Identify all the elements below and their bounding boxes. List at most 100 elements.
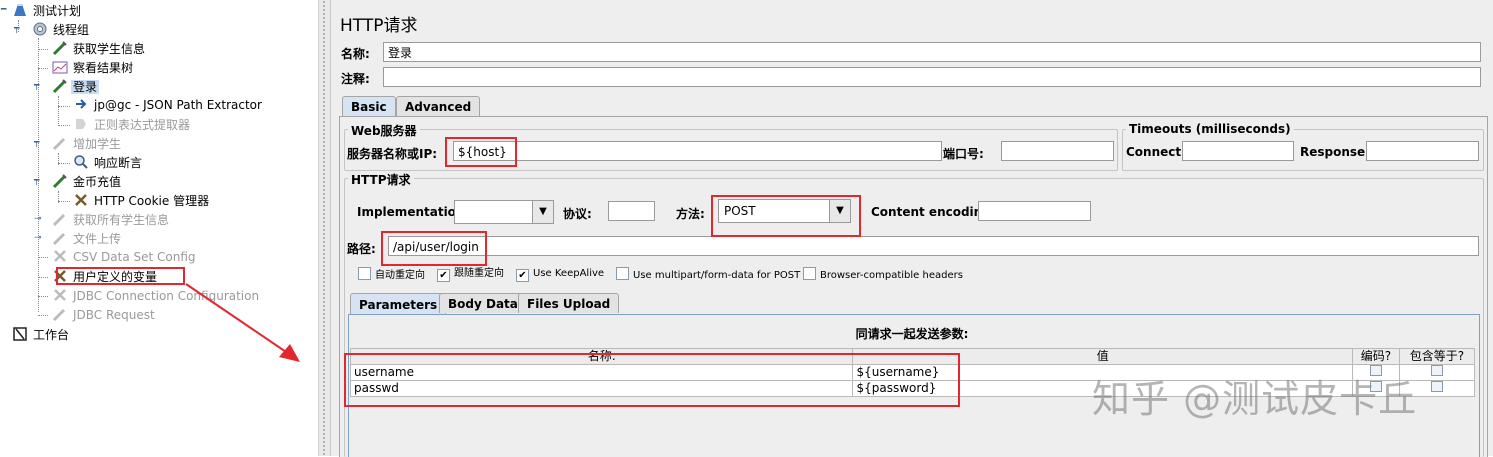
tab-files-upload[interactable]: Files Upload (518, 293, 620, 313)
workbench-icon (12, 326, 28, 342)
tab-body-data[interactable]: Body Data (439, 293, 527, 313)
implementation-select[interactable]: ▼ (454, 200, 554, 224)
tree-node-test-plan[interactable]: 测试计划 (12, 2, 83, 20)
method-label: 方法: (676, 207, 705, 221)
pane-splitter[interactable] (318, 0, 331, 456)
tree-connector (58, 106, 70, 107)
collapse-toggle[interactable]: ━ (1, 6, 9, 15)
sampler-icon (52, 78, 68, 94)
tab-parameters[interactable]: Parameters (350, 293, 447, 315)
tree-connector (58, 201, 70, 202)
test-plan-tree: ━ ┯ ┯ ┯ ┯ ⊸ ⊸ 测试计划 线程组 获取学生信息 察看结果树 登录 j… (0, 0, 319, 456)
page-title: HTTP请求 (340, 16, 418, 36)
extractor-icon (73, 96, 89, 112)
tree-node-sampler[interactable]: 增加学生 (52, 135, 123, 153)
encoding-field[interactable] (978, 201, 1091, 221)
checkbox-box (616, 267, 629, 280)
watermark: 知乎 @测试皮卡丘 (1092, 377, 1418, 421)
tree-node-listener[interactable]: 察看结果树 (52, 59, 135, 77)
collapse-toggle[interactable]: ┯ (34, 177, 42, 186)
comment-field[interactable] (383, 67, 1481, 87)
connect-label: Connect: (1126, 145, 1186, 159)
tree-node-login[interactable]: 登录 (52, 78, 100, 96)
implementation-label: Implementation: (357, 205, 470, 219)
multipart-checkbox[interactable]: Use multipart/form-data for POST (616, 267, 800, 283)
checkbox-box (358, 267, 371, 280)
path-field[interactable]: /api/user/login (388, 236, 1479, 256)
server-label: 服务器名称或IP: (347, 147, 438, 161)
thread-group-icon (32, 21, 48, 37)
tree-connector (38, 257, 48, 258)
annotation-arrow (185, 283, 300, 362)
highlight-box (711, 195, 861, 237)
config-icon (52, 287, 68, 303)
port-label: 端口号: (943, 147, 984, 161)
tree-connector (38, 68, 48, 69)
tree-node-sampler[interactable]: 获取所有学生信息 (52, 211, 171, 229)
name-label: 名称: (341, 47, 370, 61)
config-icon (52, 248, 68, 264)
config-icon (73, 192, 89, 208)
tree-node-sampler[interactable]: 获取学生信息 (52, 40, 147, 58)
highlight-box (344, 353, 960, 407)
tree-node-workbench[interactable]: 工作台 (12, 326, 71, 344)
chevron-down-icon: ▼ (532, 201, 553, 223)
sampler-icon (52, 211, 68, 227)
tab-basic[interactable]: Basic (342, 96, 396, 116)
web-server-title: Web服务器 (348, 122, 420, 139)
encoding-label: Content encoding: (871, 205, 996, 219)
expand-toggle[interactable]: ⊸ (34, 215, 42, 224)
sampler-icon (52, 173, 68, 189)
tree-connector (38, 277, 48, 278)
tree-node-sampler[interactable]: 文件上传 (52, 230, 123, 248)
http-request-title: HTTP请求 (348, 171, 414, 188)
tree-node-jdbc-request[interactable]: JDBC Request (52, 306, 157, 324)
tree-node-regex-extractor[interactable]: 正则表达式提取器 (73, 116, 192, 134)
tree-node-sampler[interactable]: 金币充值 (52, 173, 123, 191)
browser-headers-checkbox[interactable]: Browser-compatible headers (803, 267, 963, 283)
tree-connector (38, 296, 48, 297)
sampler-icon (52, 306, 68, 322)
server-field[interactable]: ${host} (453, 141, 942, 161)
keepalive-checkbox[interactable]: ✔ Use KeepAlive (516, 267, 604, 282)
auto-redirect-checkbox[interactable]: 自动重定向 (358, 267, 425, 283)
tree-connector (38, 49, 48, 50)
response-field[interactable] (1366, 141, 1479, 161)
tree-connector (38, 315, 48, 316)
tree-connector (58, 125, 70, 126)
expand-toggle[interactable]: ⊸ (34, 234, 42, 243)
tree-node-thread-group[interactable]: 线程组 (32, 21, 91, 39)
tree-connector (58, 163, 70, 164)
column-header-encode[interactable]: 编码? (1352, 348, 1400, 365)
highlight-box (381, 231, 487, 266)
collapse-toggle[interactable]: ┯ (34, 82, 42, 91)
check-icon: ✔ (516, 269, 529, 282)
follow-redirect-checkbox[interactable]: ✔ 跟随重定向 (437, 267, 504, 282)
listener-icon (52, 59, 68, 75)
timeouts-title: Timeouts (milliseconds) (1126, 122, 1294, 136)
protocol-field[interactable] (608, 201, 655, 221)
sampler-icon (52, 230, 68, 246)
name-field[interactable]: 登录 (383, 42, 1481, 62)
tree-node-cookie-manager[interactable]: HTTP Cookie 管理器 (73, 192, 211, 210)
path-label: 路径: (347, 242, 376, 256)
check-icon: ✔ (437, 269, 450, 282)
sampler-icon (52, 135, 68, 151)
comment-label: 注释: (341, 72, 370, 86)
connect-field[interactable] (1182, 141, 1294, 161)
test-plan-icon (12, 2, 28, 18)
column-header-include-equals[interactable]: 包含等于? (1398, 348, 1476, 365)
protocol-label: 协议: (563, 207, 592, 221)
params-caption: 同请求一起发送参数: (855, 327, 969, 341)
collapse-toggle[interactable]: ┯ (34, 139, 42, 148)
tab-advanced[interactable]: Advanced (396, 96, 481, 116)
tree-node-json-extractor[interactable]: jp@gc - JSON Path Extractor (73, 96, 264, 114)
collapse-toggle[interactable]: ┯ (14, 25, 22, 34)
highlight-box (56, 267, 185, 285)
assertion-icon (73, 154, 89, 170)
tree-connector (38, 38, 39, 312)
port-field[interactable] (1001, 141, 1114, 161)
tree-node-csv-config[interactable]: CSV Data Set Config (52, 248, 198, 266)
sampler-icon (52, 40, 68, 56)
tree-node-assertion[interactable]: 响应断言 (73, 154, 144, 172)
